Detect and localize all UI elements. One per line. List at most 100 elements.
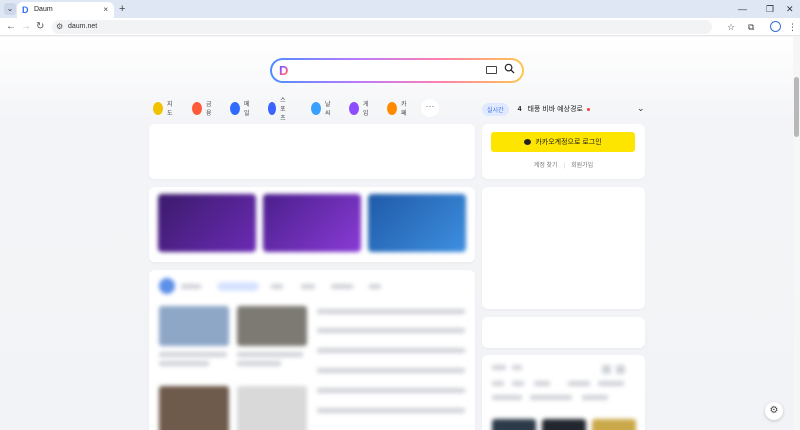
promo-card [149,187,475,262]
realtime-rank: 4 [517,105,522,113]
shop-tab[interactable] [568,381,590,386]
login-links: 계정 찾기 | 회원가입 [482,160,645,169]
next-icon[interactable] [616,365,625,374]
shop-tab[interactable] [582,395,608,400]
realtime-keyword[interactable]: 태풍 비바 예상경로 [527,104,582,114]
daum-favicon-icon: D [22,5,29,15]
chevron-down-icon[interactable]: ⌄ [637,102,645,114]
headline-link[interactable] [317,388,465,393]
promo-thumb[interactable] [263,194,361,252]
kakao-login-button[interactable]: 카카오계정으로 로그인 [491,132,635,152]
shop-tab[interactable] [492,381,504,386]
shop-tab[interactable] [530,395,572,400]
shortcut-weather[interactable]: 날씨 [311,99,334,117]
address-toolbar: ← → ↻ ⚙ daum.net ☆ ⧉ ⋮ [0,18,800,36]
headline-link[interactable] [317,368,465,373]
finance-icon [192,101,203,115]
site-info-icon[interactable]: ⚙ [56,22,63,32]
menu-kebab-icon[interactable]: ⋮ [788,21,797,33]
page-scrollbar[interactable] [793,37,800,430]
forward-icon[interactable]: → [21,20,31,34]
daum-logo-icon: D [279,63,289,78]
shortcut-mail[interactable]: 메일 [230,99,253,117]
promo-thumb[interactable] [368,194,466,252]
headline-link[interactable] [317,408,465,413]
tab-daum[interactable]: D Daum × [17,2,114,18]
promo-thumb[interactable] [158,194,256,252]
minimize-icon[interactable]: — [738,2,747,16]
close-tab-icon[interactable]: × [103,5,108,15]
profile-avatar-icon[interactable] [770,21,781,32]
headline-line [159,352,227,357]
login-button-label: 카카오계정으로 로그인 [535,139,602,146]
url-text: daum.net [68,23,98,30]
daum-page: D 지도 금융 메일 스포츠 날씨 게임 카페 ··· 실시간 4 태풍 비바 … [0,37,793,430]
shop-tab[interactable] [598,381,624,386]
more-services-button[interactable]: ··· [421,99,439,117]
product-thumb[interactable] [492,419,536,430]
shop-tab[interactable] [492,395,522,400]
mail-icon [230,101,241,115]
kakao-chat-icon [524,139,532,145]
shop-tab[interactable] [512,381,524,386]
news-card [149,270,475,430]
bookmark-star-icon[interactable]: ☆ [727,21,735,33]
shop-tab[interactable] [534,381,550,386]
new-dot-icon [586,107,590,111]
close-window-icon[interactable]: ✕ [786,2,794,16]
news-thumb[interactable] [159,386,229,430]
news-tab[interactable] [301,284,315,289]
new-tab-button[interactable]: + [119,2,125,16]
settings-gear-icon[interactable]: ⚙ [765,402,783,420]
headline-line [159,361,209,366]
news-tab[interactable] [369,284,381,289]
address-bar[interactable]: ⚙ daum.net [52,20,712,34]
ad-banner-card[interactable] [149,124,475,179]
shortcut-sports[interactable]: 스포츠 [268,98,291,122]
tab-strip: ⌄ D Daum × + — ❐ ✕ [0,0,800,18]
realtime-issue[interactable]: 실시간 4 태풍 비바 예상경로 [482,102,590,116]
reload-icon[interactable]: ↻ [36,20,44,34]
extensions-icon[interactable]: ⧉ [748,21,754,33]
shortcut-finance[interactable]: 금융 [192,99,215,117]
headline-link[interactable] [317,348,465,353]
news-thumb[interactable] [159,306,229,346]
product-thumb[interactable] [592,419,636,430]
prev-icon[interactable] [602,365,611,374]
search-box[interactable]: D [270,58,524,83]
news-thumb[interactable] [237,306,307,346]
headline-link[interactable] [317,328,465,333]
keyboard-icon[interactable] [486,66,497,74]
scroll-thumb[interactable] [794,77,799,137]
sports-icon [268,101,277,115]
news-tab[interactable] [181,284,201,289]
product-thumb[interactable] [542,419,586,430]
link-separator: | [563,163,566,169]
news-thumb[interactable] [237,386,307,430]
right-ad-card[interactable] [482,187,645,309]
tab-title: Daum [34,6,53,13]
tab-search-button[interactable]: ⌄ [4,3,16,15]
map-icon [153,101,164,115]
headline-link[interactable] [317,309,465,314]
shortcut-game[interactable]: 게임 [349,99,372,117]
cafe-icon [387,101,398,115]
news-source-logo [159,278,175,294]
shortcut-map[interactable]: 지도 [153,99,176,117]
shortcut-cafe[interactable]: 카페 [387,99,410,117]
shopping-card [482,355,645,430]
back-icon[interactable]: ← [6,20,16,34]
search-icon[interactable] [504,63,515,74]
headline-line [237,352,303,357]
find-account-link[interactable]: 계정 찾기 [534,163,558,169]
news-tab[interactable] [217,282,259,291]
right-small-card[interactable] [482,317,645,348]
signup-link[interactable]: 회원가입 [571,163,593,169]
game-icon [349,101,360,115]
news-tab[interactable] [331,284,353,289]
news-tab[interactable] [271,284,283,289]
login-card: 카카오계정으로 로그인 계정 찾기 | 회원가입 [482,124,645,179]
restore-icon[interactable]: ❐ [766,2,774,16]
weather-icon [311,101,322,115]
realtime-badge: 실시간 [482,102,509,116]
